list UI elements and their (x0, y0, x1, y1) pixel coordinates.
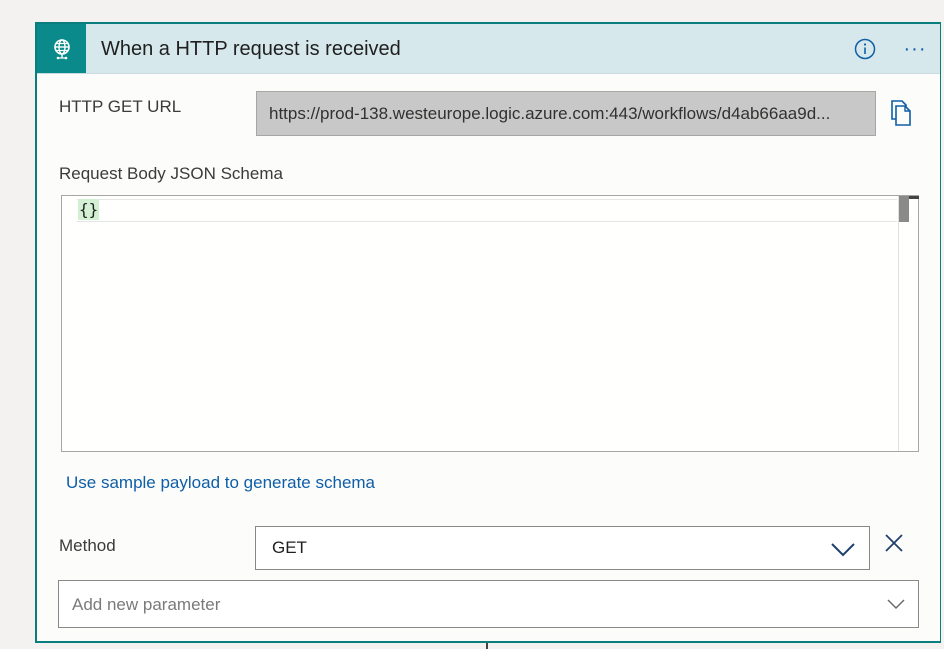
method-value: GET (272, 538, 307, 557)
http-get-url-label: HTTP GET URL (59, 97, 182, 116)
request-body-schema-label: Request Body JSON Schema (59, 164, 283, 183)
globe-request-icon (37, 24, 86, 73)
editor-current-line (77, 199, 897, 222)
editor-content[interactable]: {} (78, 199, 100, 220)
method-label: Method (59, 536, 116, 555)
use-sample-payload-link[interactable]: Use sample payload to generate schema (66, 473, 375, 493)
copy-icon[interactable] (889, 100, 913, 126)
trigger-card: When a HTTP request is received ··· HTTP… (35, 22, 941, 643)
scrollbar-thumb[interactable] (899, 196, 909, 222)
info-icon[interactable] (854, 38, 876, 60)
http-get-url-field[interactable]: https://prod-138.westeurope.logic.azure.… (256, 91, 876, 136)
card-title: When a HTTP request is received (101, 38, 401, 60)
json-schema-editor[interactable]: {} (61, 195, 919, 452)
add-new-parameter-dropdown[interactable]: Add new parameter (58, 580, 919, 628)
chevron-down-icon (887, 599, 905, 610)
flow-connector (486, 643, 488, 649)
card-header[interactable]: When a HTTP request is received ··· (37, 24, 940, 74)
method-dropdown[interactable]: GET (255, 526, 870, 570)
chevron-down-icon (831, 543, 855, 557)
editor-scrollbar[interactable] (898, 196, 919, 451)
add-new-parameter-placeholder: Add new parameter (72, 595, 221, 614)
more-icon: ··· (903, 37, 927, 60)
more-options-button[interactable]: ··· (901, 37, 929, 61)
close-icon[interactable] (883, 532, 905, 554)
